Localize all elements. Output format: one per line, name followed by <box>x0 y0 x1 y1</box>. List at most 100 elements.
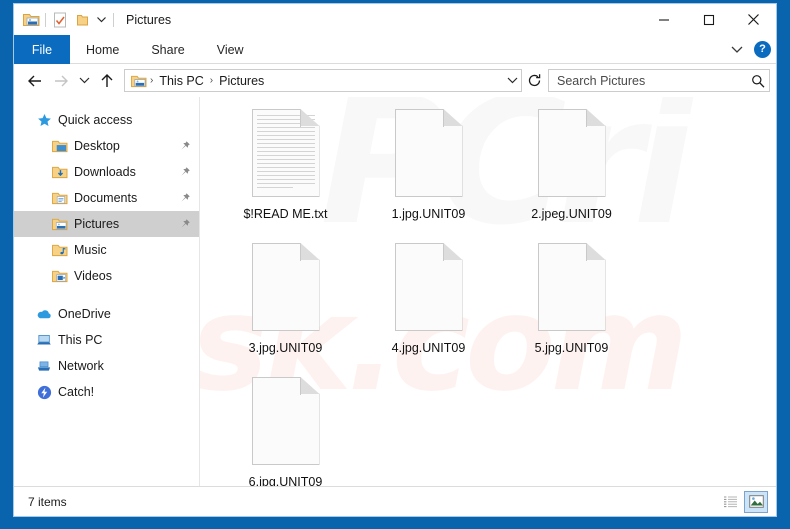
file-icon-wrap <box>537 243 607 339</box>
up-button[interactable] <box>94 68 120 94</box>
file-icon-wrap <box>537 109 607 205</box>
pin-icon[interactable] <box>178 166 191 179</box>
forward-button <box>48 68 74 94</box>
tab-home[interactable]: Home <box>70 35 135 64</box>
minimize-button[interactable] <box>641 4 686 35</box>
tab-share[interactable]: Share <box>135 35 200 64</box>
pin-icon[interactable] <box>178 218 191 231</box>
explorer-folder-icon[interactable] <box>20 9 42 31</box>
file-item[interactable]: $!READ ME.txt <box>214 105 357 239</box>
generic-file-icon <box>537 109 606 197</box>
maximize-button[interactable] <box>686 4 731 35</box>
sidebar-label: Desktop <box>74 139 120 153</box>
sidebar-label: Quick access <box>58 113 133 127</box>
sidebar-item-downloads[interactable]: Downloads <box>14 159 199 185</box>
file-name: $!READ ME.txt <box>243 207 328 221</box>
file-item[interactable]: 3.jpg.UNIT09 <box>214 239 357 373</box>
sidebar-label: Music <box>74 243 107 257</box>
address-bar-row: › This PC › Pictures <box>14 64 776 97</box>
breadcrumb-folder-icon <box>129 74 149 88</box>
file-name: 4.jpg.UNIT09 <box>391 341 466 355</box>
generic-file-icon <box>537 243 606 331</box>
breadcrumb-pictures[interactable]: Pictures <box>214 74 269 88</box>
sidebar-item-documents[interactable]: Documents <box>14 185 199 211</box>
tab-view[interactable]: View <box>201 35 260 64</box>
file-icon-wrap <box>251 377 321 473</box>
new-folder-icon[interactable] <box>71 9 93 31</box>
sidebar-item-quick-access[interactable]: Quick access <box>14 107 199 133</box>
navigation-pane: Quick access Desktop Downloads Documents… <box>14 97 199 486</box>
breadcrumb-this-pc[interactable]: This PC <box>154 74 208 88</box>
properties-icon[interactable] <box>49 9 71 31</box>
sidebar-item-pictures[interactable]: Pictures <box>14 211 199 237</box>
sidebar-item-catch[interactable]: Catch! <box>14 379 199 405</box>
pin-icon[interactable] <box>178 140 191 153</box>
large-icons-view-button[interactable] <box>744 490 768 513</box>
sidebar-label: Pictures <box>74 217 120 231</box>
music-folder-icon <box>52 242 68 258</box>
address-bar[interactable]: › This PC › Pictures <box>124 69 522 92</box>
help-button[interactable]: ? <box>754 41 771 58</box>
file-icon-wrap <box>251 109 321 205</box>
file-grid: $!READ ME.txt 1.jpg.UNIT09 2.jpeg.UNIT09… <box>200 97 776 486</box>
explorer-body: Quick access Desktop Downloads Documents… <box>14 97 776 486</box>
search-icon[interactable] <box>748 74 765 88</box>
file-icon-wrap <box>394 243 464 339</box>
file-icon-wrap <box>394 109 464 205</box>
title-bar: Pictures <box>14 4 776 35</box>
file-item[interactable]: 4.jpg.UNIT09 <box>357 239 500 373</box>
breadcrumb: › This PC › Pictures <box>129 74 503 88</box>
generic-file-icon <box>251 377 320 465</box>
generic-file-icon <box>394 109 463 197</box>
sidebar-item-videos[interactable]: Videos <box>14 263 199 289</box>
details-view-button[interactable] <box>718 491 742 513</box>
toolbar-divider-2 <box>113 12 114 27</box>
file-name: 6.jpg.UNIT09 <box>248 475 323 486</box>
file-name: 1.jpg.UNIT09 <box>391 207 466 221</box>
sidebar-item-network[interactable]: Network <box>14 353 199 379</box>
recent-locations-chevron-icon[interactable] <box>74 68 94 94</box>
ribbon-tab-strip: File Home Share View ? <box>14 35 776 64</box>
file-list-pane[interactable]: PCri risk.com <box>199 97 776 486</box>
back-button[interactable] <box>22 68 48 94</box>
file-item[interactable]: 2.jpeg.UNIT09 <box>500 105 643 239</box>
pictures-folder-icon <box>52 216 68 232</box>
sidebar-item-desktop[interactable]: Desktop <box>14 133 199 159</box>
collapse-ribbon-chevron-icon[interactable] <box>728 41 746 59</box>
file-explorer-window: Pictures File Home Share View ? › This P… <box>13 3 777 517</box>
address-dropdown-chevron-icon[interactable] <box>503 70 521 91</box>
sidebar-label: Network <box>58 359 104 373</box>
this-pc-icon <box>36 332 52 348</box>
file-name: 2.jpeg.UNIT09 <box>531 207 612 221</box>
search-input[interactable] <box>557 73 748 88</box>
sidebar-label: Documents <box>74 191 138 205</box>
sidebar-label: Downloads <box>74 165 136 179</box>
desktop-folder-icon <box>52 138 68 154</box>
text-file-icon <box>251 109 320 197</box>
chevron-down-icon[interactable] <box>93 9 110 31</box>
downloads-folder-icon <box>52 164 68 180</box>
tab-file[interactable]: File <box>14 35 70 64</box>
refresh-button[interactable] <box>522 68 546 94</box>
documents-folder-icon <box>52 190 68 206</box>
sidebar-label: Catch! <box>58 385 95 399</box>
sidebar-item-onedrive[interactable]: OneDrive <box>14 301 199 327</box>
pin-icon[interactable] <box>178 192 191 205</box>
search-box[interactable] <box>548 69 770 92</box>
sidebar-label: Videos <box>74 269 112 283</box>
file-item[interactable]: 6.jpg.UNIT09 <box>214 373 357 486</box>
ribbon-right-controls: ? <box>728 35 771 64</box>
sidebar-label: OneDrive <box>58 307 111 321</box>
quick-access-toolbar <box>14 9 117 31</box>
generic-file-icon <box>394 243 463 331</box>
onedrive-cloud-icon <box>36 306 52 322</box>
sidebar-label: This PC <box>58 333 103 347</box>
sidebar-item-this-pc[interactable]: This PC <box>14 327 199 353</box>
file-item[interactable]: 5.jpg.UNIT09 <box>500 239 643 373</box>
file-item[interactable]: 1.jpg.UNIT09 <box>357 105 500 239</box>
window-controls <box>641 4 776 35</box>
catch-app-icon <box>36 384 52 400</box>
sidebar-item-music[interactable]: Music <box>14 237 199 263</box>
close-button[interactable] <box>731 4 776 35</box>
